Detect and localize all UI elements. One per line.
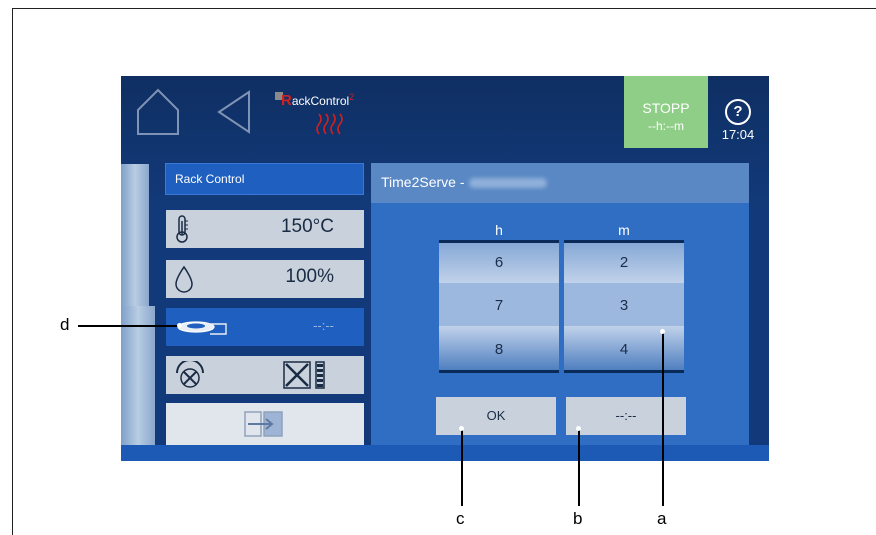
stopp-time: --h:--m [648,119,684,133]
exit-icon [244,411,283,437]
time2serve-header: Time2Serve - [371,163,749,203]
time2serve-panel: Time2Serve - h m 6 7 8 2 3 4 OK --:-- [371,163,749,445]
callout-d-label: d [60,315,70,334]
stopp-button[interactable]: STOPP --h:--m [624,76,708,148]
exit-tile[interactable] [166,403,364,445]
hour-option[interactable]: 6 [439,254,559,271]
rackcontrol-logo: RackControl2 [275,92,395,146]
time2serve-value: --:-- [313,318,334,333]
callout-d-line [78,325,179,327]
wheel-line-bottom [564,370,684,373]
thermometer-icon [176,215,188,243]
figure-frame-left [12,8,13,535]
minute-option-selected[interactable]: 3 [564,297,684,314]
fan-gauge-icon [176,361,204,388]
callout-a-dot [660,329,665,334]
hour-option-selected[interactable]: 7 [439,297,559,314]
temperature-tile[interactable]: 150°C [166,210,364,248]
callout-b-label: b [573,509,583,528]
clear-time-button[interactable]: --:-- [566,397,686,435]
heat-waves-icon [316,113,343,135]
minutes-column-header: m [618,222,630,238]
droplet-icon [175,265,193,293]
logo-text: RackControl2 [281,92,355,109]
minute-option[interactable]: 4 [564,341,684,358]
callout-c-line [461,428,463,506]
bottom-bar [121,445,769,461]
callout-c-dot [459,426,464,431]
logo-superscript: 2 [349,92,355,102]
top-bar: RackControl2 STOPP --h:--m ? 17:04 [121,76,769,152]
hour-option[interactable]: 8 [439,341,559,358]
callout-a-label: a [657,509,667,528]
hours-column-header: h [495,222,503,238]
help-icon[interactable]: ? [725,99,751,125]
fan-grid-icon [283,361,325,389]
minutes-wheel[interactable]: 2 3 4 [564,240,684,373]
callout-d-dot [177,323,182,328]
ok-button[interactable]: OK [436,397,556,435]
callout-b-line [578,428,580,506]
humidity-tile[interactable]: 100% [166,260,364,298]
temperature-value: 150°C [280,216,334,237]
hours-wheel[interactable]: 6 7 8 [439,240,559,373]
figure-frame-top [12,8,876,9]
hand-plate-icon [177,321,227,335]
device-screen: RackControl2 STOPP --h:--m ? 17:04 Rack … [121,76,769,461]
minute-option[interactable]: 2 [564,254,684,271]
callout-a-line [662,331,664,506]
logo-brand-rest: ackControl [291,94,350,108]
time2serve-tile[interactable]: --:-- [166,308,364,346]
rack-control-title: Rack Control [165,163,364,195]
wheel-line-bottom [439,370,559,373]
callout-c-label: c [456,509,465,528]
home-icon[interactable] [135,84,181,140]
clock: 17:04 [721,127,755,142]
time2serve-title: Time2Serve - [381,174,465,190]
fan-tile[interactable] [166,356,364,394]
blurred-name [468,178,547,189]
stopp-label: STOPP [642,100,690,116]
callout-b-dot [576,426,581,431]
back-icon[interactable] [213,88,253,136]
humidity-value: 100% [285,266,334,287]
